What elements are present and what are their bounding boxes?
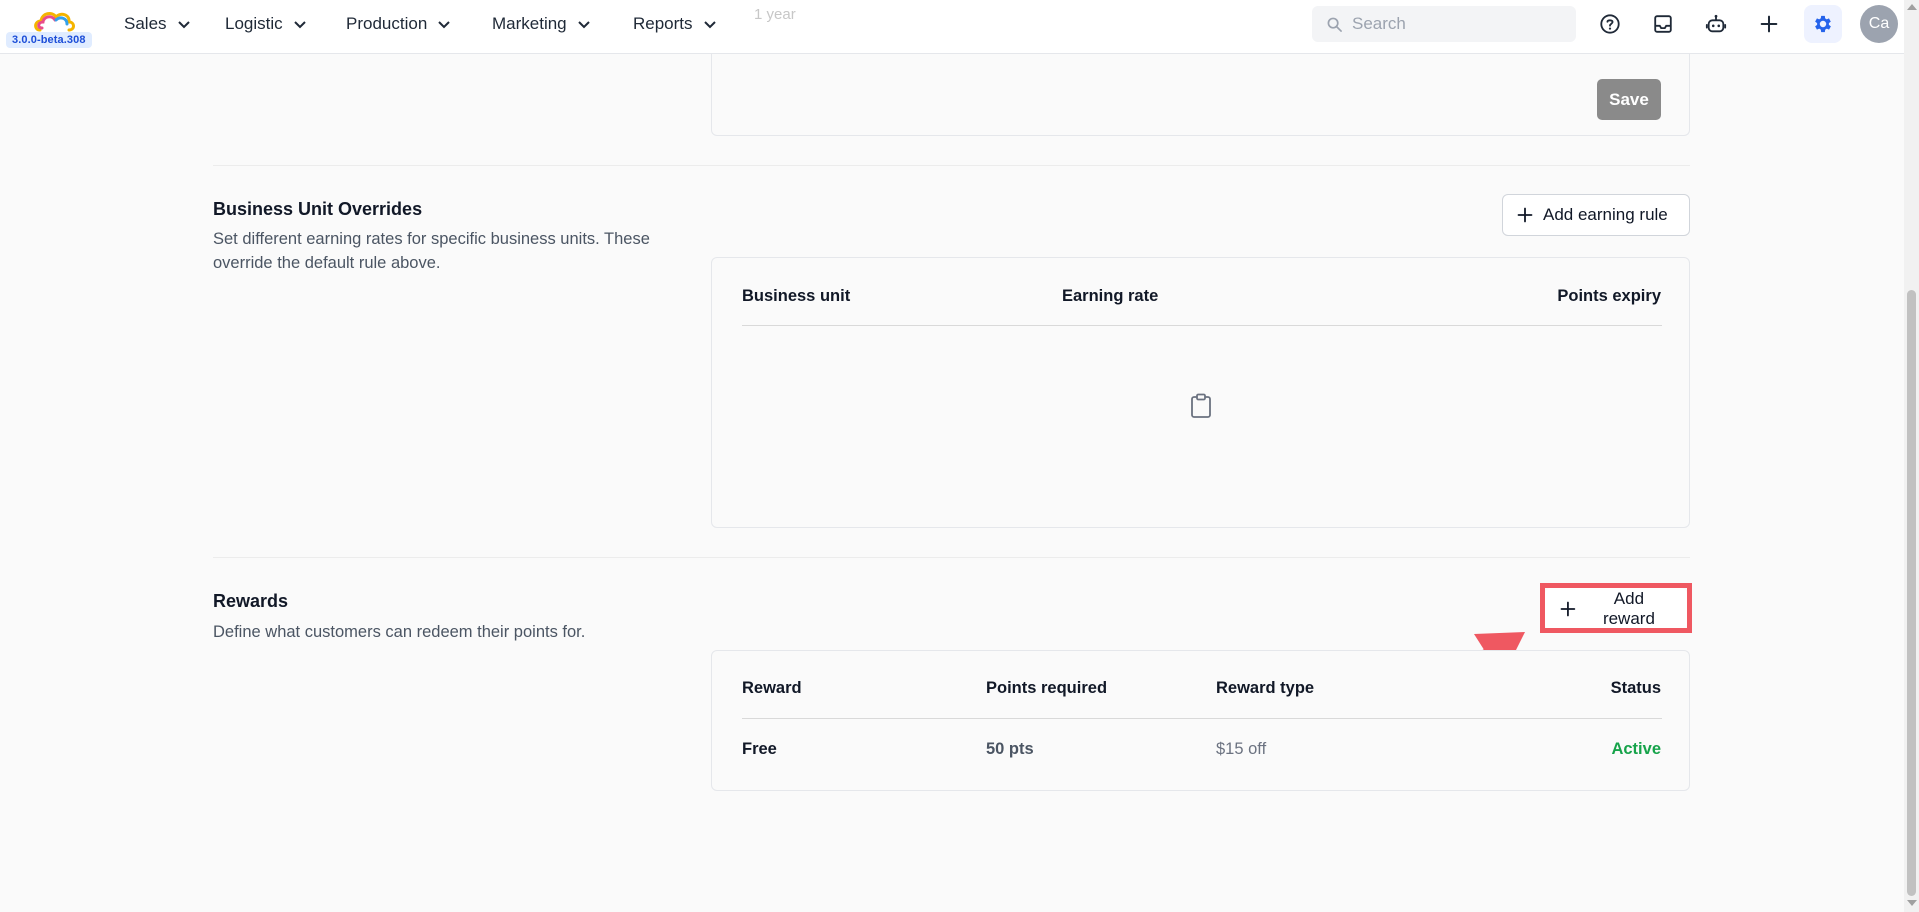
plus-icon <box>1560 601 1576 617</box>
save-button[interactable]: Save <box>1597 79 1661 120</box>
column-header-reward: Reward <box>742 679 802 697</box>
create-button[interactable] <box>1755 10 1783 38</box>
nav-label: Production <box>346 14 428 33</box>
button-label: Add earning rule <box>1543 205 1668 224</box>
chevron-down-icon <box>438 21 450 29</box>
rewards-table: Reward Points required Reward type Statu… <box>711 650 1690 791</box>
section-divider <box>213 165 1690 166</box>
chevron-down-icon <box>177 21 190 29</box>
nav-production[interactable]: Production <box>346 12 451 36</box>
help-button[interactable] <box>1596 10 1624 38</box>
column-header-earning-rate: Earning rate <box>1062 287 1159 305</box>
table-header-divider <box>742 718 1662 719</box>
version-badge: 3.0.0-beta.308 <box>6 32 92 48</box>
status-badge: Active <box>1611 740 1661 758</box>
plus-icon <box>1517 207 1533 223</box>
nav-marketing[interactable]: Marketing <box>492 12 591 36</box>
scroll-down-arrow-icon[interactable] <box>1907 900 1917 906</box>
nav-label: Sales <box>124 14 167 33</box>
app-logo[interactable]: 3.0.0-beta.308 <box>6 6 100 50</box>
top-navigation-bar: 3.0.0-beta.308 Sales Logistic Production… <box>0 0 1904 54</box>
search-icon <box>1327 17 1342 32</box>
column-header-points-expiry: Points expiry <box>1557 287 1661 305</box>
scroll-up-arrow-icon[interactable] <box>1907 4 1917 10</box>
avatar-initials: Ca <box>1868 15 1890 32</box>
chevron-down-icon <box>703 21 716 29</box>
business-unit-overrides-title: Business Unit Overrides <box>213 199 423 219</box>
nav-reports[interactable]: Reports <box>633 12 717 36</box>
table-header-divider <box>742 325 1662 326</box>
add-reward-button[interactable]: Add reward <box>1545 588 1687 630</box>
nav-label: Marketing <box>492 14 567 33</box>
reward-type: $15 off <box>1216 740 1267 758</box>
robot-icon <box>1705 14 1727 33</box>
column-header-points-required: Points required <box>986 679 1108 697</box>
search-input[interactable]: Search <box>1312 6 1576 42</box>
clipboard-icon <box>1191 393 1211 418</box>
reward-name: Free <box>742 740 777 758</box>
scroll-thumb[interactable] <box>1907 290 1916 896</box>
rewards-title: Rewards <box>213 591 289 611</box>
nav-logistic[interactable]: Logistic <box>225 12 307 36</box>
business-unit-overrides-description: Set different earning rates for specific… <box>213 230 650 272</box>
user-avatar[interactable]: Ca <box>1860 5 1898 43</box>
section-divider <box>213 557 1690 558</box>
nav-label: Reports <box>633 14 693 33</box>
scrolled-remnant-text: 1 year <box>754 6 796 23</box>
vertical-scrollbar[interactable] <box>1904 0 1919 912</box>
column-header-business-unit: Business unit <box>742 287 851 305</box>
rewards-description: Define what customers can redeem their p… <box>213 623 586 641</box>
inbox-button[interactable] <box>1649 10 1677 38</box>
chevron-down-icon <box>577 21 590 29</box>
nav-label: Logistic <box>225 14 283 33</box>
inbox-icon <box>1654 15 1672 33</box>
button-label: Add reward <box>1602 589 1655 628</box>
business-unit-overrides-table: Business unit Earning rate Points expiry <box>711 257 1690 528</box>
assistant-button[interactable] <box>1702 10 1730 38</box>
help-icon <box>1600 14 1620 34</box>
settings-button[interactable] <box>1804 5 1842 43</box>
points-required: 50 pts <box>986 740 1034 758</box>
search-placeholder: Search <box>1352 14 1406 33</box>
gear-icon <box>1815 15 1831 33</box>
column-header-reward-type: Reward type <box>1216 679 1315 697</box>
column-header-status: Status <box>1610 679 1661 697</box>
plus-icon <box>1760 15 1778 33</box>
nav-sales[interactable]: Sales <box>124 12 191 36</box>
add-earning-rule-button[interactable]: Add earning rule <box>1502 194 1690 236</box>
chevron-down-icon <box>293 21 306 29</box>
